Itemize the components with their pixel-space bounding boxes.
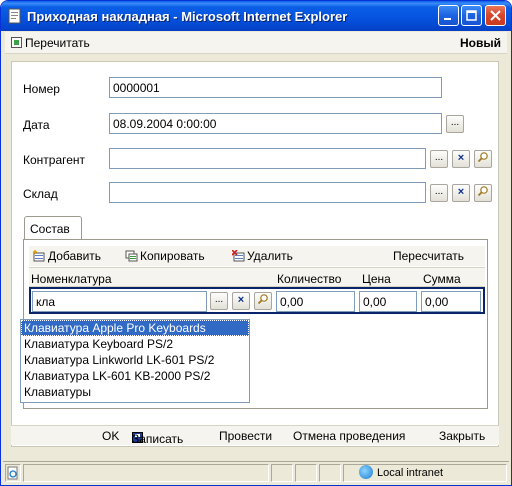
command-bar: Перечитать Новый	[5, 32, 507, 54]
recalculate-button[interactable]: Пересчитать	[393, 249, 464, 263]
magnifier-icon	[477, 152, 488, 163]
table-toolbar: Добавить Копировать Удалить Пересчитать	[29, 246, 485, 266]
counterparty-select-button[interactable]: ...	[430, 150, 448, 168]
autocomplete-item[interactable]: Клавиатуры	[21, 384, 249, 400]
counterparty-clear-button[interactable]: ×	[452, 150, 470, 168]
status-pane	[295, 464, 317, 482]
window-title: Приходная накладная - Microsoft Internet…	[27, 9, 348, 24]
warehouse-label: Склад	[23, 187, 58, 201]
price-input[interactable]: 0,00	[359, 291, 417, 312]
tab-composition[interactable]: Состав	[24, 216, 82, 240]
copy-icon	[125, 250, 138, 262]
autocomplete-item[interactable]: Клавиатура Apple Pro Keyboards	[21, 320, 249, 336]
column-header-quantity[interactable]: Количество	[277, 272, 341, 286]
copy-row-button[interactable]: Копировать	[125, 249, 205, 263]
sum-input[interactable]: 0,00	[421, 291, 481, 312]
status-pane	[271, 464, 293, 482]
date-field[interactable]: 08.09.2004 0:00:00	[109, 113, 442, 134]
warehouse-clear-button[interactable]: ×	[452, 184, 470, 202]
nomenclature-input[interactable]: кла	[32, 291, 207, 312]
security-zone: Local intranet	[359, 465, 443, 479]
security-zone-label: Local intranet	[377, 467, 444, 479]
copy-row-label: Копировать	[140, 249, 205, 263]
autocomplete-item[interactable]: Клавиатура Keyboard PS/2	[21, 336, 249, 352]
table-header: Номенклатура Количество Цена Сумма	[29, 267, 485, 287]
number-label: Номер	[23, 82, 60, 96]
status-bar: Local intranet	[3, 461, 509, 483]
save-label: Записать	[132, 432, 184, 446]
maximize-button[interactable]	[461, 5, 482, 26]
warehouse-field[interactable]	[109, 182, 426, 203]
column-header-nomenclature[interactable]: Номенклатура	[31, 272, 112, 286]
action-bar: OK Записать Провести Отмена проведения З…	[11, 425, 499, 446]
minimize-icon	[444, 18, 451, 20]
quantity-input[interactable]: 0,00	[276, 291, 355, 312]
close-icon	[490, 10, 501, 21]
close-window-button[interactable]	[485, 5, 506, 26]
minimize-button[interactable]	[438, 5, 459, 26]
column-header-sum[interactable]: Сумма	[423, 272, 461, 286]
delete-row-button[interactable]: Удалить	[231, 249, 293, 263]
date-select-button[interactable]: ...	[446, 115, 464, 133]
column-header-price[interactable]: Цена	[362, 272, 391, 286]
intranet-icon	[359, 465, 373, 479]
nomenclature-select-button[interactable]: ...	[210, 292, 228, 310]
ie-page-icon	[7, 466, 18, 480]
autocomplete-item[interactable]: Клавиатура Linkworld LK-601 PS/2	[21, 352, 249, 368]
new-button[interactable]: Новый	[460, 36, 501, 50]
page-status-pane	[5, 464, 21, 482]
ok-button[interactable]: OK	[102, 429, 119, 443]
nomenclature-clear-button[interactable]: ×	[232, 292, 250, 310]
maximize-icon	[466, 10, 477, 21]
reread-icon	[11, 37, 22, 48]
table-row[interactable]: кла ... × 0,00 0,00 0,00	[29, 287, 485, 314]
status-pane	[23, 464, 269, 482]
add-row-label: Добавить	[48, 249, 102, 263]
reread-label: Перечитать	[25, 36, 90, 50]
unpost-button[interactable]: Отмена проведения	[293, 429, 405, 443]
add-icon	[33, 250, 46, 262]
warehouse-select-button[interactable]: ...	[430, 184, 448, 202]
add-row-button[interactable]: Добавить	[33, 249, 101, 263]
status-pane	[319, 464, 341, 482]
delete-icon	[231, 249, 245, 262]
counterparty-label: Контрагент	[23, 153, 86, 167]
delete-row-label: Удалить	[247, 249, 293, 263]
title-bar[interactable]: Приходная накладная - Microsoft Internet…	[1, 1, 511, 31]
post-button[interactable]: Провести	[219, 429, 272, 443]
date-label: Дата	[23, 118, 50, 132]
document-icon	[8, 8, 21, 24]
warehouse-open-button[interactable]	[474, 184, 492, 202]
autocomplete-list: Клавиатура Apple Pro Keyboards Клавиатур…	[20, 319, 250, 403]
magnifier-icon	[257, 294, 268, 305]
nomenclature-open-button[interactable]	[254, 292, 272, 310]
browser-window: Приходная накладная - Microsoft Internet…	[0, 0, 512, 486]
reread-button[interactable]: Перечитать	[11, 36, 90, 50]
counterparty-field[interactable]	[109, 148, 426, 169]
number-field[interactable]: 0000001	[109, 77, 442, 98]
magnifier-icon	[477, 186, 488, 197]
close-button[interactable]: Закрыть	[439, 429, 485, 443]
autocomplete-item[interactable]: Клавиатура LK-601 KB-2000 PS/2	[21, 368, 249, 384]
counterparty-open-button[interactable]	[474, 150, 492, 168]
